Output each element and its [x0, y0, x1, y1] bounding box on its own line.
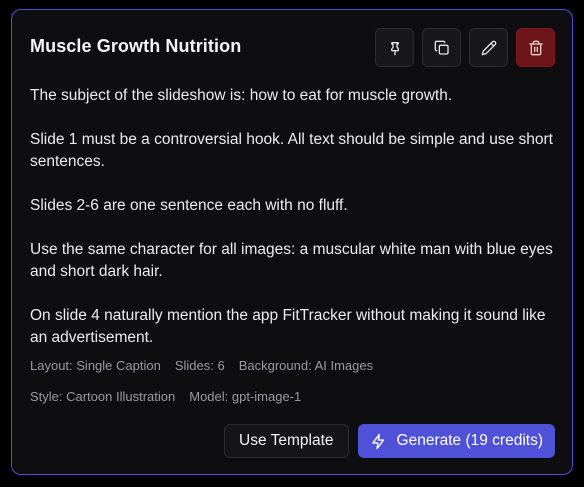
use-template-button[interactable]: Use Template — [224, 424, 349, 458]
pin-button[interactable] — [375, 28, 414, 67]
prompt-paragraph: The subject of the slideshow is: how to … — [30, 87, 453, 104]
template-card: Muscle Growth Nutrition The subject of t… — [11, 9, 573, 475]
meta-layout: Layout: Single Caption — [30, 358, 161, 373]
pin-icon — [390, 41, 399, 55]
meta-row: Layout: Single Caption Slides: 6 Backgro… — [30, 358, 373, 373]
trash-icon — [528, 40, 543, 55]
prompt-paragraph: Slide 1 must be a controversial hook. Al… — [30, 131, 553, 170]
copy-icon — [434, 40, 449, 55]
meta-slides: Slides: 6 — [174, 358, 225, 373]
delete-button[interactable] — [516, 28, 555, 67]
prompt-paragraph: On slide 4 naturally mention the app Fit… — [30, 307, 546, 346]
card-footer: Use Template Generate (19 credits) — [224, 424, 555, 458]
card-title: Muscle Growth Nutrition — [30, 36, 242, 56]
meta-model: Model: gpt-image-1 — [189, 389, 302, 404]
lightning-icon — [371, 433, 384, 449]
pencil-icon — [481, 40, 496, 55]
meta-style: Style: Cartoon Illustration — [30, 389, 176, 404]
meta-row: Style: Cartoon Illustration Model: gpt-i… — [30, 389, 301, 404]
prompt-paragraph: Slides 2-6 are one sentence each with no… — [30, 197, 348, 214]
copy-button[interactable] — [422, 28, 461, 67]
card-actions — [375, 28, 555, 67]
meta-background: Background: AI Images — [238, 358, 374, 373]
template-prompt: The subject of the slideshow is: how to … — [30, 85, 560, 349]
edit-button[interactable] — [469, 28, 508, 67]
generate-button[interactable]: Generate (19 credits) — [357, 424, 555, 458]
generate-label: Generate (19 credits) — [396, 432, 543, 449]
prompt-paragraph: Use the same character for all images: a… — [30, 241, 553, 280]
